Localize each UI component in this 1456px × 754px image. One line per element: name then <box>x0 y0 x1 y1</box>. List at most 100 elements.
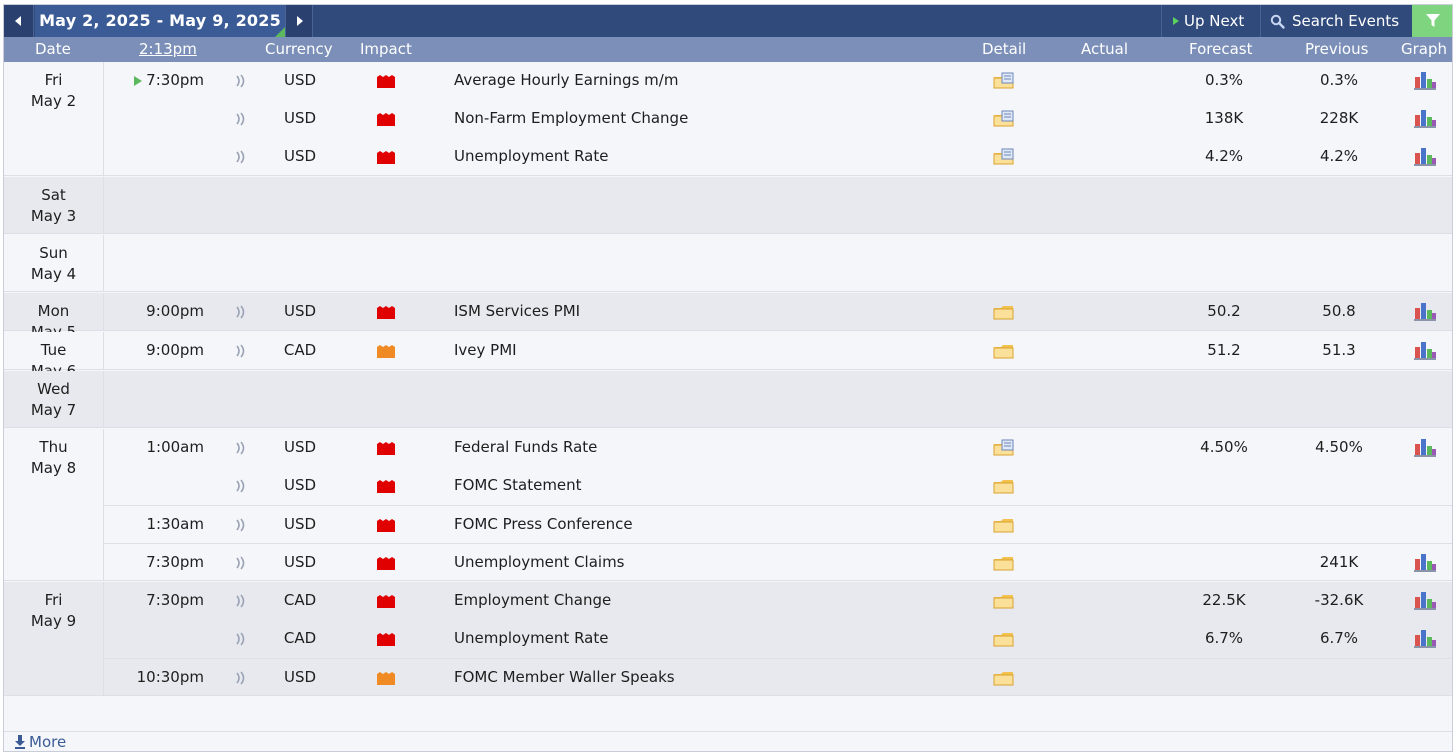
event-row[interactable]: 1:00am USD Federal Funds Rate 4.50% 4.50% <box>104 429 1452 467</box>
detail-folder-icon[interactable] <box>993 630 1015 648</box>
event-name[interactable]: Unemployment Rate <box>454 629 608 647</box>
col-graph: Graph <box>1401 40 1448 58</box>
graph-chart-icon[interactable] <box>1413 340 1437 360</box>
event-row[interactable]: USD Unemployment Rate 4.2% 4.2% <box>104 138 1452 176</box>
day-group: Fri May 2 7:30pm USD Average Hourly Earnings… <box>4 62 1452 176</box>
alert-bell-icon[interactable] <box>235 344 247 358</box>
event-row[interactable]: 1:30am USD FOMC Press Conference <box>104 505 1452 543</box>
event-time: 9:00pm <box>146 302 204 320</box>
graph-chart-icon[interactable] <box>1413 108 1437 128</box>
graph-chart-icon[interactable] <box>1413 437 1437 457</box>
high-impact-icon <box>377 151 395 164</box>
alert-bell-icon[interactable] <box>235 671 247 685</box>
detail-document-icon[interactable] <box>993 148 1015 166</box>
alert-bell-icon[interactable] <box>235 441 247 455</box>
filter-button[interactable] <box>1412 5 1452 37</box>
more-button[interactable]: More <box>4 731 1452 751</box>
event-name[interactable]: Average Hourly Earnings m/m <box>454 71 678 89</box>
date-cell: Wed May 7 <box>4 371 104 427</box>
event-row[interactable]: 7:30pm CAD Employment Change 22.5K -32.6K <box>104 582 1452 620</box>
alert-bell-icon[interactable] <box>235 305 247 319</box>
high-impact-icon <box>377 113 395 126</box>
detail-document-icon[interactable] <box>993 72 1015 90</box>
day-of-week: Wed <box>37 380 70 398</box>
up-next-button[interactable]: Up Next <box>1161 5 1259 37</box>
corner-marker <box>275 27 285 37</box>
event-row[interactable]: USD FOMC Statement <box>104 467 1452 505</box>
calendar-widget: May 2, 2025 - May 9, 2025 Up Next Search… <box>3 4 1453 752</box>
event-name[interactable]: Federal Funds Rate <box>454 438 597 456</box>
event-name[interactable]: Ivey PMI <box>454 341 517 359</box>
high-impact-icon <box>377 633 395 646</box>
day-group: Thu May 8 1:00am USD Federal Funds Rate 4.50%… <box>4 429 1452 581</box>
event-row[interactable]: 9:00pm CAD Ivey PMI 51.2 51.3 <box>104 332 1452 370</box>
alert-bell-icon[interactable] <box>235 150 247 164</box>
graph-chart-icon[interactable] <box>1413 590 1437 610</box>
event-name[interactable]: FOMC Statement <box>454 476 582 494</box>
date-cell: Sun May 4 <box>4 235 104 291</box>
date-range-title[interactable]: May 2, 2025 - May 9, 2025 <box>35 5 285 37</box>
day-group: Fri May 9 7:30pm CAD Employment Change 22.5K -… <box>4 582 1452 696</box>
event-name[interactable]: FOMC Press Conference <box>454 515 633 533</box>
day-of-week: Mon <box>37 302 70 320</box>
graph-chart-icon[interactable] <box>1413 552 1437 572</box>
graph-chart-icon[interactable] <box>1413 70 1437 90</box>
alert-bell-icon[interactable] <box>235 74 247 88</box>
more-label: More <box>29 733 67 751</box>
event-forecast: 0.3% <box>1204 71 1244 89</box>
detail-folder-icon[interactable] <box>993 592 1015 610</box>
alert-bell-icon[interactable] <box>235 632 247 646</box>
detail-folder-icon[interactable] <box>993 303 1015 321</box>
event-row[interactable]: 7:30pm USD Unemployment Claims 241K <box>104 543 1452 581</box>
download-arrow-icon <box>15 735 25 749</box>
event-forecast: 4.50% <box>1200 438 1248 456</box>
event-row[interactable]: 9:00pm USD ISM Services PMI 50.2 50.8 <box>104 293 1452 331</box>
event-currency: USD <box>283 553 317 571</box>
high-impact-icon <box>377 595 395 608</box>
event-row[interactable]: 7:30pm USD Average Hourly Earnings m/m 0.3%… <box>104 62 1452 100</box>
day-of-week: Thu <box>39 438 68 456</box>
day-group: MonMay 5 9:00pm USD ISM Services PMI 50.2 50.… <box>4 293 1452 341</box>
event-name[interactable]: Unemployment Rate <box>454 147 608 165</box>
event-previous: 6.7% <box>1319 629 1359 647</box>
event-name[interactable]: Unemployment Claims <box>454 553 625 571</box>
event-time: 7:30pm <box>146 71 204 89</box>
event-row[interactable]: 10:30pm USD FOMC Member Waller Speaks <box>104 658 1452 696</box>
graph-chart-icon[interactable] <box>1413 628 1437 648</box>
graph-chart-icon[interactable] <box>1413 146 1437 166</box>
event-row[interactable]: USD Non-Farm Employment Change 138K 228K <box>104 100 1452 138</box>
event-name[interactable]: ISM Services PMI <box>454 302 580 320</box>
search-events-button[interactable]: Search Events <box>1260 5 1412 37</box>
high-impact-icon <box>377 557 395 570</box>
previous-week-button[interactable] <box>4 5 34 37</box>
event-currency: USD <box>283 109 317 127</box>
day-group: Sat May 3 <box>4 177 1452 234</box>
event-name[interactable]: Employment Change <box>454 591 611 609</box>
alert-bell-icon[interactable] <box>235 556 247 570</box>
event-currency: CAD <box>283 629 317 647</box>
alert-bell-icon[interactable] <box>235 112 247 126</box>
event-row[interactable]: CAD Unemployment Rate 6.7% 6.7% <box>104 620 1452 658</box>
detail-folder-icon[interactable] <box>993 342 1015 360</box>
detail-folder-icon[interactable] <box>993 477 1015 495</box>
day-of-week: Fri <box>44 591 63 609</box>
detail-document-icon[interactable] <box>993 110 1015 128</box>
event-name[interactable]: Non-Farm Employment Change <box>454 109 688 127</box>
graph-chart-icon[interactable] <box>1413 301 1437 321</box>
event-name[interactable]: FOMC Member Waller Speaks <box>454 668 675 686</box>
high-impact-icon <box>377 480 395 493</box>
alert-bell-icon[interactable] <box>235 518 247 532</box>
day-group: TueMay 6 9:00pm CAD Ivey PMI 51.2 51.3 <box>4 332 1452 380</box>
detail-folder-icon[interactable] <box>993 516 1015 534</box>
column-header: Date 2:13pm Currency Impact Detail Actua… <box>4 37 1452 62</box>
detail-folder-icon[interactable] <box>993 669 1015 687</box>
event-forecast: 50.2 <box>1207 302 1241 320</box>
up-next-label: Up Next <box>1184 12 1245 30</box>
alert-bell-icon[interactable] <box>235 594 247 608</box>
event-previous: 51.3 <box>1322 341 1356 359</box>
detail-document-icon[interactable] <box>993 439 1015 457</box>
alert-bell-icon[interactable] <box>235 479 247 493</box>
detail-folder-icon[interactable] <box>993 554 1015 572</box>
next-week-button[interactable] <box>285 5 313 37</box>
col-time-current[interactable]: 2:13pm <box>139 37 197 62</box>
